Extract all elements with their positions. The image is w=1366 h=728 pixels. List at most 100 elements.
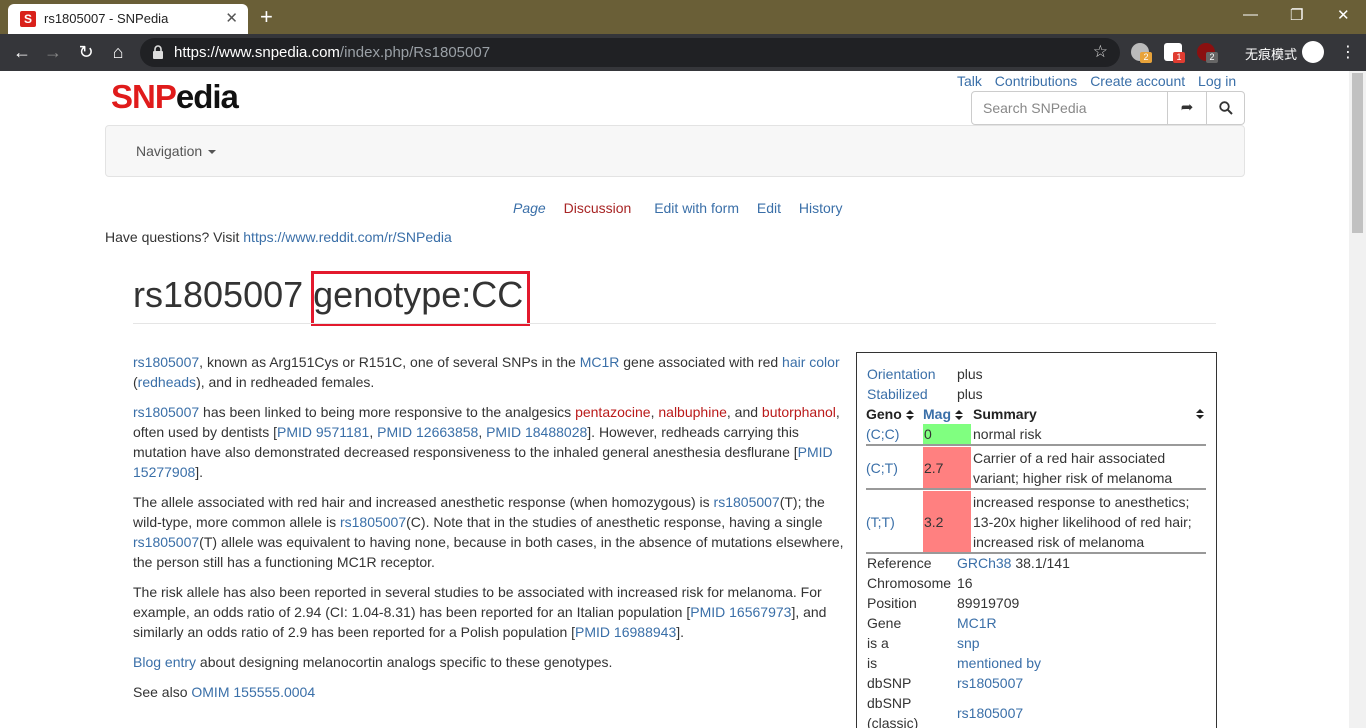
- sort-icon: [905, 410, 914, 421]
- blog-entry-link[interactable]: Blog entry: [133, 654, 196, 670]
- log-in-link[interactable]: Log in: [1198, 73, 1236, 89]
- go-arrow-icon[interactable]: ➦: [1167, 92, 1206, 124]
- summary-cell: normal risk: [973, 426, 1042, 442]
- tab-history[interactable]: History: [799, 200, 843, 216]
- grch38-link[interactable]: GRCh38: [957, 555, 1011, 571]
- restore-icon[interactable]: ❐: [1290, 6, 1303, 24]
- page-viewport: SNPedia Talk Contributions Create accoun…: [0, 71, 1366, 728]
- navbar: Navigation: [105, 125, 1245, 177]
- sort-icon: [1196, 409, 1204, 419]
- paragraph: See also OMIM 155555.0004: [133, 684, 316, 700]
- article-body: rs1805007, known as Arg151Cys or R151C, …: [133, 352, 845, 712]
- genotype-ct-link[interactable]: (C;T): [866, 447, 898, 488]
- paragraph: The allele associated with red hair and …: [133, 494, 844, 570]
- reload-icon[interactable]: ↻: [75, 41, 97, 63]
- summary-column-header[interactable]: Summary: [973, 404, 1206, 424]
- highlight-box: [311, 271, 530, 326]
- paragraph: rs1805007 has been linked to being more …: [133, 404, 840, 480]
- extension-1-icon[interactable]: 2: [1131, 43, 1152, 63]
- magnitude-cell: 0: [923, 424, 971, 444]
- orientation-link[interactable]: Orientation: [867, 364, 935, 384]
- close-tab-icon[interactable]: ✕: [225, 9, 238, 27]
- user-links: Talk Contributions Create account Log in: [957, 73, 1245, 89]
- snpedia-logo[interactable]: SNPedia: [111, 78, 239, 116]
- table-row: (C;T) 2.7 Carrier of a red hair associat…: [866, 447, 1206, 490]
- navigation-dropdown[interactable]: Navigation: [136, 143, 217, 159]
- close-window-icon[interactable]: ✕: [1337, 6, 1350, 24]
- summary-cell: Carrier of a red hair associated variant…: [973, 449, 1173, 486]
- scrollbar-thumb[interactable]: [1352, 73, 1363, 233]
- omim-link[interactable]: OMIM 155555.0004: [191, 684, 315, 700]
- browser-titlebar: S rs1805007 - SNPedia ✕ + — ❐ ✕: [0, 0, 1366, 34]
- extension-badge: 2: [1140, 52, 1152, 63]
- snp-infobox: Orientation plus Stabilized plus Geno Ma…: [856, 352, 1217, 728]
- back-icon[interactable]: ←: [11, 41, 33, 63]
- browser-toolbar: ← → ↻ ⌂ https://www.snpedia.com/index.ph…: [0, 34, 1366, 71]
- rs1805007-link[interactable]: rs1805007: [714, 494, 780, 510]
- paragraph: The risk allele has also been reported i…: [133, 584, 827, 640]
- pmid-link[interactable]: PMID 12663858: [377, 424, 478, 440]
- redheads-link[interactable]: redheads: [138, 374, 196, 390]
- questions-notice: Have questions? Visit https://www.reddit…: [105, 229, 452, 245]
- gene-mc1r-link[interactable]: MC1R: [957, 613, 997, 633]
- magnitude-cell: 2.7: [923, 447, 971, 488]
- rs1805007-link[interactable]: rs1805007: [133, 354, 199, 370]
- pmid-link[interactable]: PMID 18488028: [486, 424, 587, 440]
- genotype-cc-link[interactable]: (C;C): [866, 424, 899, 444]
- tab-discussion[interactable]: Discussion: [564, 200, 632, 216]
- magnitude-cell: 3.2: [923, 491, 971, 552]
- geno-column-header[interactable]: Geno: [866, 404, 914, 424]
- forward-icon[interactable]: →: [42, 41, 64, 63]
- hair-color-link[interactable]: hair color: [782, 354, 840, 370]
- dbsnp-link[interactable]: rs1805007: [957, 673, 1023, 693]
- talk-link[interactable]: Talk: [957, 73, 982, 89]
- tab-edit[interactable]: Edit: [757, 200, 781, 216]
- bookmark-star-icon[interactable]: ☆: [1093, 42, 1108, 62]
- rs1805007-link[interactable]: rs1805007: [133, 534, 199, 550]
- pmid-link[interactable]: PMID 16988943: [575, 624, 676, 640]
- genotype-tt-link[interactable]: (T;T): [866, 491, 895, 552]
- tab-title: rs1805007 - SNPedia: [44, 11, 169, 26]
- browser-tab[interactable]: S rs1805007 - SNPedia ✕: [8, 4, 248, 34]
- nalbuphine-link[interactable]: nalbuphine: [658, 404, 727, 420]
- incognito-icon[interactable]: [1302, 41, 1324, 63]
- minimize-icon[interactable]: —: [1243, 6, 1258, 23]
- reddit-link[interactable]: https://www.reddit.com/r/SNPedia: [243, 229, 452, 245]
- menu-icon[interactable]: ⋮: [1340, 42, 1356, 62]
- mag-column-header[interactable]: Mag: [923, 404, 963, 424]
- dbsnp-classic-link[interactable]: rs1805007: [957, 703, 1023, 723]
- summary-cell: increased response to anesthetics; 13-20…: [973, 493, 1192, 550]
- pentazocine-link[interactable]: pentazocine: [575, 404, 651, 420]
- pmid-link[interactable]: PMID 16567973: [690, 604, 791, 620]
- butorphanol-link[interactable]: butorphanol: [762, 404, 836, 420]
- stabilized-link[interactable]: Stabilized: [867, 384, 928, 404]
- page-tabs: Page Discussion Edit with form Edit Hist…: [513, 200, 856, 216]
- caret-down-icon: [208, 150, 217, 155]
- snpedia-favicon-icon: S: [20, 11, 36, 27]
- home-icon[interactable]: ⌂: [107, 41, 129, 63]
- contributions-link[interactable]: Contributions: [995, 73, 1078, 89]
- ublock-icon[interactable]: 2: [1197, 43, 1218, 63]
- incognito-label: 无痕模式: [1245, 47, 1298, 62]
- paragraph: Blog entry about designing melanocortin …: [133, 654, 613, 670]
- mc1r-link[interactable]: MC1R: [580, 354, 620, 370]
- search-icon[interactable]: [1206, 92, 1245, 124]
- search-input[interactable]: [972, 92, 1167, 124]
- tab-edit-with-form[interactable]: Edit with form: [654, 200, 739, 216]
- rs1805007-link[interactable]: rs1805007: [340, 514, 406, 530]
- extension-2-icon[interactable]: 1: [1164, 43, 1185, 63]
- rs1805007-link[interactable]: rs1805007: [133, 404, 199, 420]
- address-bar[interactable]: https://www.snpedia.com/index.php/Rs1805…: [140, 38, 1120, 67]
- mentioned-by-link[interactable]: mentioned by: [957, 653, 1041, 673]
- scrollbar[interactable]: [1349, 71, 1366, 728]
- pmid-link[interactable]: PMID 9571181: [277, 424, 369, 440]
- lock-icon: [153, 45, 163, 59]
- new-tab-icon[interactable]: +: [260, 4, 273, 30]
- tab-page[interactable]: Page: [513, 200, 546, 216]
- extension-badge: 1: [1173, 52, 1185, 63]
- table-row: (C;C) 0 normal risk: [866, 424, 1206, 446]
- url-text: https://www.snpedia.com/index.php/Rs1805…: [174, 44, 491, 61]
- snp-link[interactable]: snp: [957, 633, 980, 653]
- create-account-link[interactable]: Create account: [1090, 73, 1185, 89]
- paragraph: rs1805007, known as Arg151Cys or R151C, …: [133, 354, 840, 390]
